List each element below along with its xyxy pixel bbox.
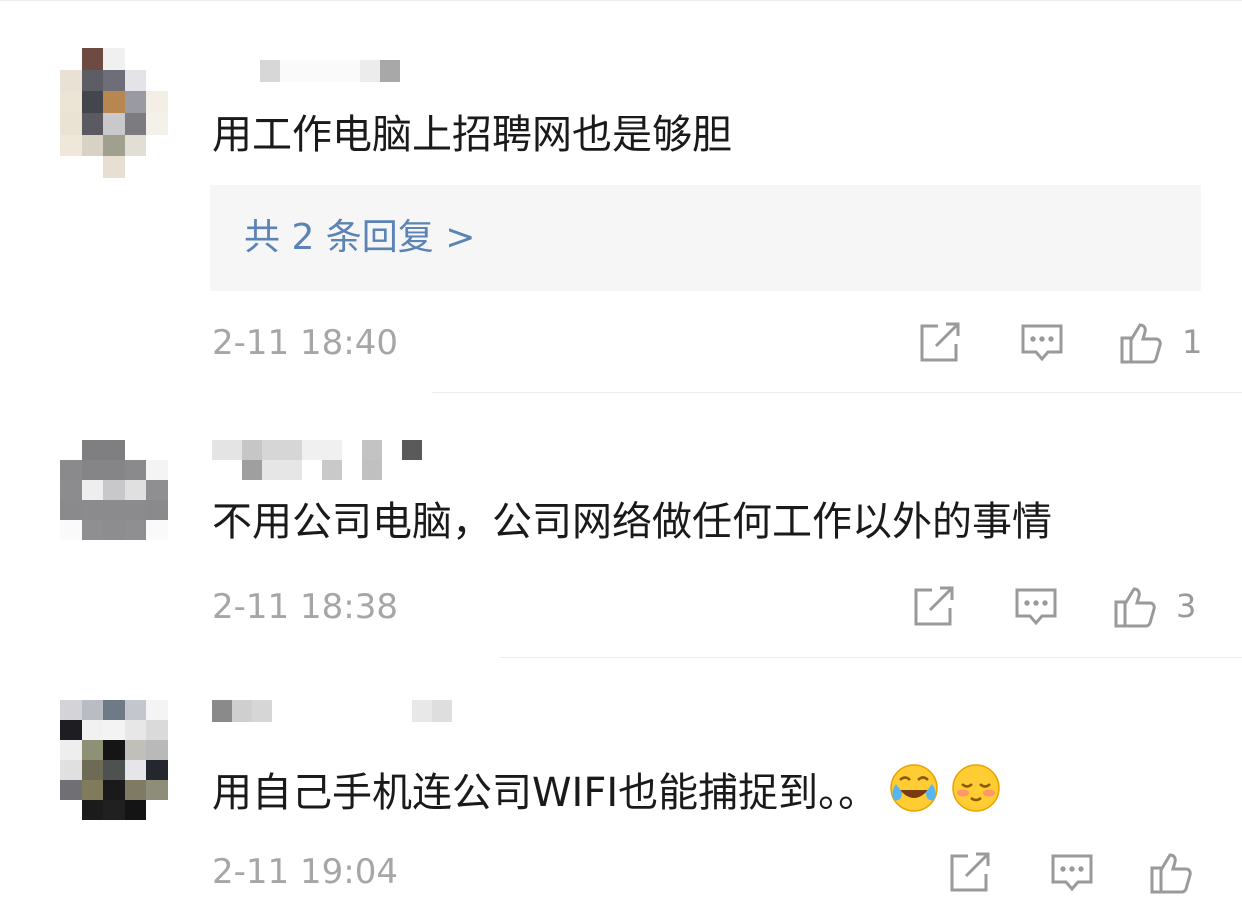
like-icon[interactable] xyxy=(1118,318,1166,366)
comment-text-content: 用自己手机连公司WIFI也能捕捉到。。 xyxy=(212,770,879,816)
blush-emoji xyxy=(950,762,1002,814)
like-icon[interactable] xyxy=(1148,848,1196,896)
username-blurred[interactable] xyxy=(212,60,452,82)
avatar[interactable] xyxy=(60,440,168,560)
share-icon[interactable] xyxy=(910,582,958,630)
like-count: 1 xyxy=(1182,323,1203,361)
comment-divider xyxy=(432,392,1242,393)
like-icon[interactable] xyxy=(1112,582,1160,630)
avatar[interactable] xyxy=(60,48,168,178)
top-divider xyxy=(0,0,1242,1)
comment-divider xyxy=(500,657,1242,658)
comment-text: 用自己手机连公司WIFI也能捕捉到。。 xyxy=(212,762,1002,818)
comment-text: 用工作电脑上招聘网也是够胆 xyxy=(212,112,732,158)
comment-actions xyxy=(0,848,1242,896)
replies-panel[interactable]: 共 2 条回复 > xyxy=(210,185,1201,291)
view-replies-link[interactable]: 共 2 条回复 > xyxy=(244,213,475,263)
share-icon[interactable] xyxy=(916,318,964,366)
comment-icon[interactable] xyxy=(1048,848,1096,896)
comment-text: 不用公司电脑，公司网络做任何工作以外的事情 xyxy=(212,499,1052,545)
comment-actions: 1 xyxy=(0,318,1242,366)
laugh-cry-emoji xyxy=(888,762,940,814)
avatar[interactable] xyxy=(60,700,168,820)
comment-icon[interactable] xyxy=(1012,582,1060,630)
comment-actions: 3 xyxy=(0,582,1242,630)
username-blurred[interactable] xyxy=(212,440,422,480)
share-icon[interactable] xyxy=(946,848,994,896)
username-blurred[interactable] xyxy=(212,700,472,722)
comment-icon[interactable] xyxy=(1018,318,1066,366)
like-count: 3 xyxy=(1176,587,1197,625)
